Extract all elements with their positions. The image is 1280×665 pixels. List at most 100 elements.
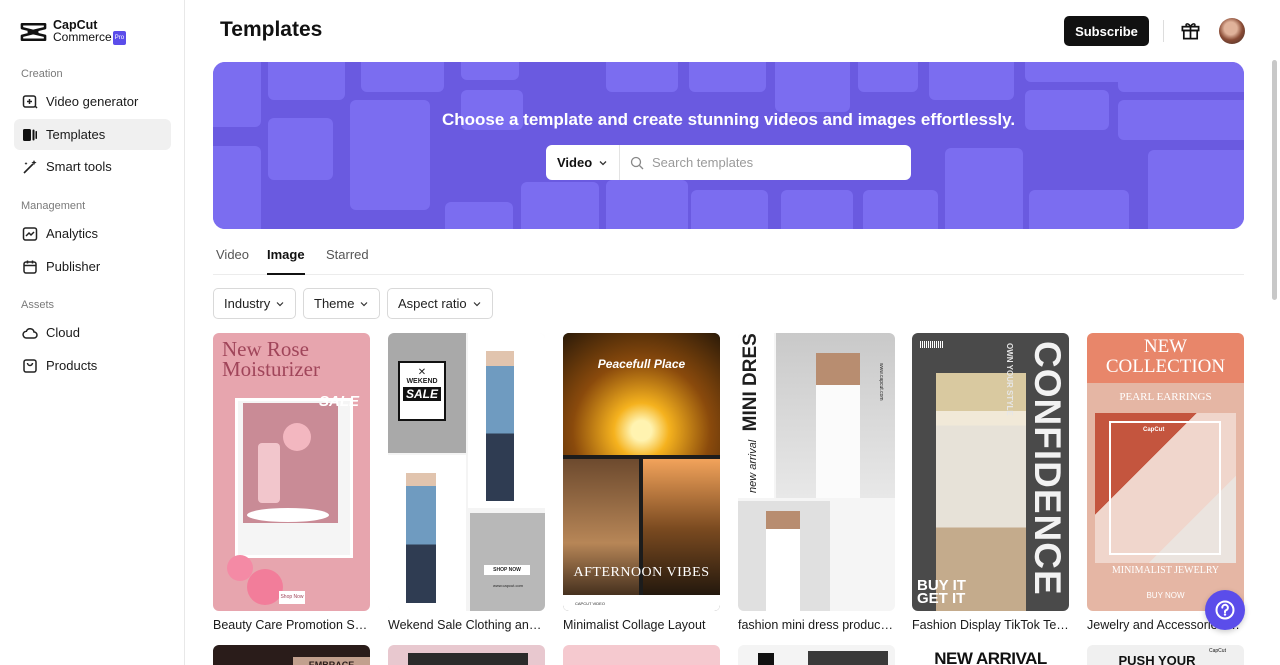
banner-tile	[1029, 190, 1129, 229]
filter-aspect-ratio[interactable]: Aspect ratio	[387, 288, 493, 319]
sidebar-item-label: Analytics	[46, 226, 99, 241]
banner-tile	[863, 190, 938, 229]
chevron-down-icon	[473, 301, 481, 306]
banner-tile	[781, 190, 853, 229]
banner-tile	[775, 62, 850, 112]
template-thumbnail: OWN YOUR STYLE CONFIDENCE BUY IT GET IT	[912, 333, 1069, 611]
capcut-commerce-logo[interactable]: CapCut Commerce Pro	[20, 19, 127, 45]
template-card[interactable]: OWN YOUR STYLE CONFIDENCE BUY IT GET IT …	[912, 333, 1069, 632]
subscribe-button[interactable]: Subscribe	[1064, 16, 1149, 46]
thumb-text: SHOP NOW	[484, 565, 530, 575]
banner-tile	[461, 62, 519, 80]
template-card[interactable]: NEW ARRIVAL	[912, 645, 1069, 665]
thumb-text: Shop Now	[279, 591, 305, 604]
banner-tile	[361, 62, 444, 92]
template-card[interactable]: New Rose Moisturizer SALE Shop Now Beaut…	[213, 333, 370, 632]
template-title: Minimalist Collage Layout	[563, 618, 706, 632]
video-add-icon	[21, 93, 38, 110]
banner-tile	[606, 62, 678, 92]
chart-icon	[21, 225, 38, 242]
template-title: fashion mini dress product display	[738, 618, 895, 632]
sidebar-item-smart-tools[interactable]: Smart tools	[14, 151, 171, 182]
thumb-text: AFTERNOON VIBES	[573, 565, 710, 580]
template-title: Wekend Sale Clothing and Apparel	[388, 618, 545, 632]
sidebar-item-video-generator[interactable]: Video generator	[14, 86, 171, 117]
help-icon	[1215, 600, 1235, 620]
sidebar-item-cloud[interactable]: Cloud	[14, 317, 171, 348]
tab-image[interactable]: Image	[267, 247, 305, 275]
template-card[interactable]: EMBRACE	[213, 645, 370, 665]
thumb-text: PUSH YOUR	[1118, 653, 1196, 665]
thumb-text: EMBRACE	[293, 657, 370, 665]
calendar-icon	[21, 258, 38, 275]
search-type-dropdown[interactable]: Video	[546, 145, 620, 180]
template-card[interactable]: PUSH YOUR CapCut	[1087, 645, 1244, 665]
template-card[interactable]: new arrival MINI DRESS www.capcut.com fa…	[738, 333, 895, 632]
banner-tile	[213, 146, 261, 229]
template-card[interactable]	[738, 645, 895, 665]
template-title: Fashion Display TikTok Template	[912, 618, 1069, 632]
template-card[interactable]: Peacefull Place AFTERNOON VIBES CAPCUT V…	[563, 333, 720, 632]
sidebar-item-analytics[interactable]: Analytics	[14, 218, 171, 249]
thumb-text: CapCut	[1209, 648, 1226, 654]
thumb-text: Peacefull Place	[597, 357, 686, 371]
template-card[interactable]: ✕ WEKEND SALE SHOP NOW www.capcut.com We…	[388, 333, 545, 632]
banner-tile	[689, 62, 766, 92]
thumb-text: NEW	[1143, 336, 1188, 357]
tab-starred[interactable]: Starred	[326, 247, 369, 273]
chevron-down-icon	[599, 160, 607, 165]
thumb-text: MINIMALIST JEWELRY	[1111, 565, 1220, 576]
template-card[interactable]: NEW COLLECTION PEARL EARRINGS CapCut MIN…	[1087, 333, 1244, 632]
banner-tile	[929, 62, 1014, 100]
thumb-text: Moisturizer	[222, 357, 320, 381]
thumb-text: new arrival	[747, 439, 759, 493]
tab-video[interactable]: Video	[216, 247, 249, 273]
cloud-icon	[21, 324, 38, 341]
template-thumbnail: Peacefull Place AFTERNOON VIBES CAPCUT V…	[563, 333, 720, 611]
thumb-text: CapCut	[1143, 427, 1165, 433]
sidebar-item-label: Video generator	[46, 94, 139, 109]
chevron-down-icon	[276, 301, 284, 306]
help-button[interactable]	[1205, 590, 1245, 630]
sidebar-item-label: Products	[46, 358, 98, 373]
brand-sub: Commerce	[53, 30, 112, 45]
magic-wand-icon	[21, 158, 38, 175]
template-card[interactable]	[563, 645, 720, 665]
avatar[interactable]	[1219, 18, 1245, 44]
thumb-text: SALE	[319, 393, 360, 410]
sidebar-item-label: Cloud	[46, 325, 80, 340]
thumb-text: OWN YOUR STYLE	[1005, 343, 1014, 416]
sidebar: CapCut Commerce Pro Creation Video genera…	[0, 0, 185, 665]
gift-icon[interactable]	[1180, 20, 1201, 41]
thumb-text: MINI DRESS	[740, 333, 761, 432]
thumb-text: CAPCUT VIDEO	[563, 595, 720, 611]
template-tabs: Video Image Starred	[213, 236, 1244, 275]
pro-badge: Pro	[112, 31, 127, 45]
thumb-text: GET IT	[917, 590, 966, 607]
filter-label: Aspect ratio	[398, 296, 467, 311]
banner-tile	[1148, 150, 1244, 229]
banner-tile	[1118, 62, 1244, 92]
capcut-logo-icon	[20, 23, 47, 41]
filter-industry[interactable]: Industry	[213, 288, 297, 319]
section-label-management: Management	[21, 200, 86, 212]
section-label-assets: Assets	[21, 299, 55, 311]
thumb-text: WEKEND	[406, 378, 438, 385]
template-card[interactable]	[388, 645, 545, 665]
header-divider	[1163, 20, 1164, 42]
sidebar-item-products[interactable]: Products	[14, 350, 171, 381]
templates-icon	[21, 126, 38, 143]
template-thumbnail: ✕ WEKEND SALE SHOP NOW www.capcut.com	[388, 333, 545, 611]
sidebar-item-templates[interactable]: Templates	[14, 119, 171, 150]
thumb-text: www.capcut.com	[492, 583, 523, 588]
hero-banner: Choose a template and create stunning vi…	[213, 62, 1244, 229]
banner-tile	[268, 62, 345, 100]
banner-tile	[1025, 62, 1127, 82]
banner-tile	[445, 202, 513, 229]
page-scrollbar[interactable]	[1272, 60, 1277, 300]
search-input[interactable]	[652, 155, 902, 170]
template-title: Beauty Care Promotion Sale	[213, 618, 370, 632]
chevron-down-icon	[361, 301, 368, 306]
filter-theme[interactable]: Theme	[303, 288, 381, 319]
sidebar-item-publisher[interactable]: Publisher	[14, 251, 171, 282]
